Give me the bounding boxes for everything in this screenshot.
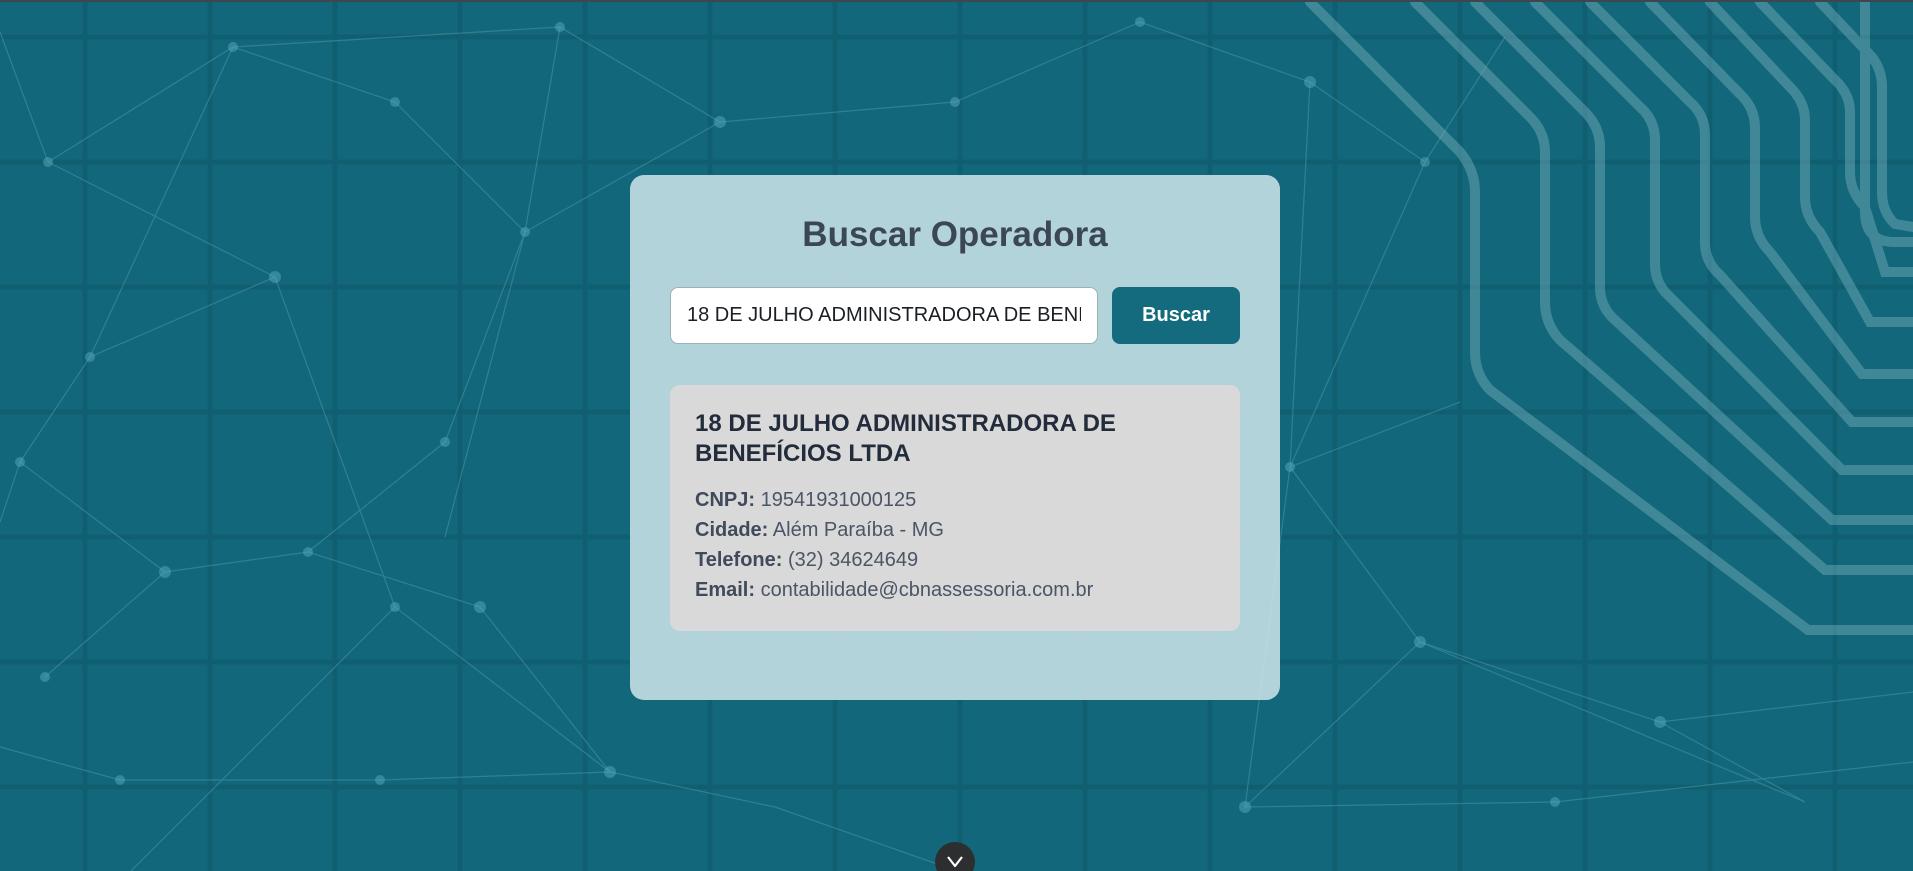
result-name: 18 DE JULHO ADMINISTRADORA DE BENEFÍCIOS… bbox=[695, 410, 1116, 467]
email-value: contabilidade@cbnassessoria.com.br bbox=[760, 579, 1094, 601]
city-label: Cidade: bbox=[695, 519, 769, 541]
cnpj-value: 19541931000125 bbox=[760, 489, 917, 511]
cnpj-label: CNPJ: bbox=[695, 489, 756, 511]
phone-row: Telefone: (32) 34624649 bbox=[695, 545, 1215, 575]
chevron-down-icon bbox=[947, 856, 963, 868]
phone-label: Telefone: bbox=[695, 549, 783, 571]
page-title: Buscar Operadora bbox=[802, 215, 1108, 254]
search-input[interactable] bbox=[670, 287, 1098, 344]
city-row: Cidade: Além Paraíba - MG bbox=[695, 515, 1215, 545]
page: Buscar Operadora Buscar 18 DE JULHO ADMI… bbox=[0, 0, 1913, 871]
email-label: Email: bbox=[695, 579, 756, 601]
city-value: Além Paraíba - MG bbox=[772, 519, 944, 541]
cnpj-row: CNPJ: 19541931000125 bbox=[695, 485, 1215, 515]
search-card: Buscar Operadora Buscar 18 DE JULHO ADMI… bbox=[630, 175, 1280, 700]
email-row: Email: contabilidade@cbnassessoria.com.b… bbox=[695, 575, 1215, 605]
result-card: 18 DE JULHO ADMINISTRADORA DE BENEFÍCIOS… bbox=[670, 385, 1240, 631]
phone-value: (32) 34624649 bbox=[787, 549, 919, 571]
search-button[interactable]: Buscar bbox=[1112, 287, 1240, 344]
